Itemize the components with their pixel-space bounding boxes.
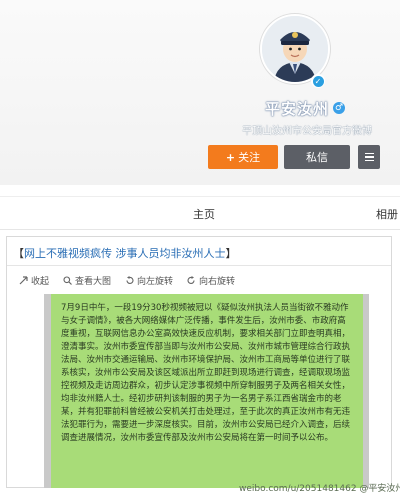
message-label: 私信 — [306, 151, 328, 164]
post-image[interactable]: 7月9日中午，一段19分30秒视频被冠以《疑似汝州执法人员当街欲不雅动作与女子调… — [51, 294, 363, 488]
name-row: 平安汝州 ♂ — [230, 98, 380, 118]
post-title: 【网上不雅视频疯传 涉事人员均非汝州人士】 — [13, 245, 237, 261]
verified-badge: ✓ — [311, 74, 325, 88]
post-title-suffix: 】 — [225, 247, 237, 260]
message-button[interactable]: 私信 — [284, 145, 350, 169]
rotate-left-label: 向左旋转 — [137, 276, 174, 287]
profile-header: ✓ 平安汝州 ♂ 平顶山汝州市公安局官方微博 + 关注 私信 — [0, 0, 400, 185]
post-image-text: 7月9日中午，一段19分30秒视频被冠以《疑似汝州执法人员当街欲不雅动作与女子调… — [61, 303, 351, 443]
zoom-icon — [63, 275, 72, 285]
rotate-right-button[interactable]: 向右旋转 — [187, 274, 235, 287]
verified-icon: ✓ — [312, 75, 324, 87]
more-menu-icon-line — [364, 159, 374, 162]
post-title-link[interactable]: 网上不雅视频疯传 涉事人员均非汝州人士 — [24, 247, 226, 260]
more-menu-icon-line — [364, 156, 374, 158]
collapse-label: 收起 — [31, 276, 50, 287]
image-toolbar: 收起 查看大图 向左旋转 向右旋转 — [7, 271, 391, 289]
rotate-right-icon — [187, 275, 195, 284]
tab-home[interactable]: 主页 — [193, 206, 215, 222]
divider — [7, 265, 391, 266]
more-menu-button[interactable] — [358, 145, 380, 169]
post-title-prefix: 【 — [13, 247, 24, 260]
follow-plus-icon: + — [225, 150, 236, 164]
follow-button[interactable]: + 关注 — [208, 145, 278, 169]
post-card: 【网上不雅视频疯传 涉事人员均非汝州人士】 收起 查看大图 向左旋转 向右旋转 … — [6, 236, 400, 494]
police-cartoon-avatar-icon — [262, 16, 328, 82]
rotate-right-label: 向右旋转 — [199, 276, 236, 287]
rotate-left-button[interactable]: 向左旋转 — [125, 274, 173, 287]
rotate-left-icon — [126, 275, 134, 284]
profile-name: 平安汝州 — [264, 99, 329, 118]
follow-label: 关注 — [238, 151, 261, 164]
profile-tabs: 主页 相册 — [0, 196, 400, 230]
collapse-icon — [19, 275, 28, 284]
more-menu-icon — [364, 152, 374, 155]
profile-description: 平顶山汝州市公安局官方微博 — [242, 126, 372, 137]
view-large-button[interactable]: 查看大图 — [63, 274, 111, 287]
male-icon: ♂ — [333, 102, 345, 114]
collapse-button[interactable]: 收起 — [19, 274, 49, 287]
view-large-label: 查看大图 — [75, 276, 112, 287]
watermark: weibo.com/u/2051481462 @平安汝州 — [239, 484, 400, 494]
tab-album[interactable]: 相册 — [376, 206, 398, 222]
